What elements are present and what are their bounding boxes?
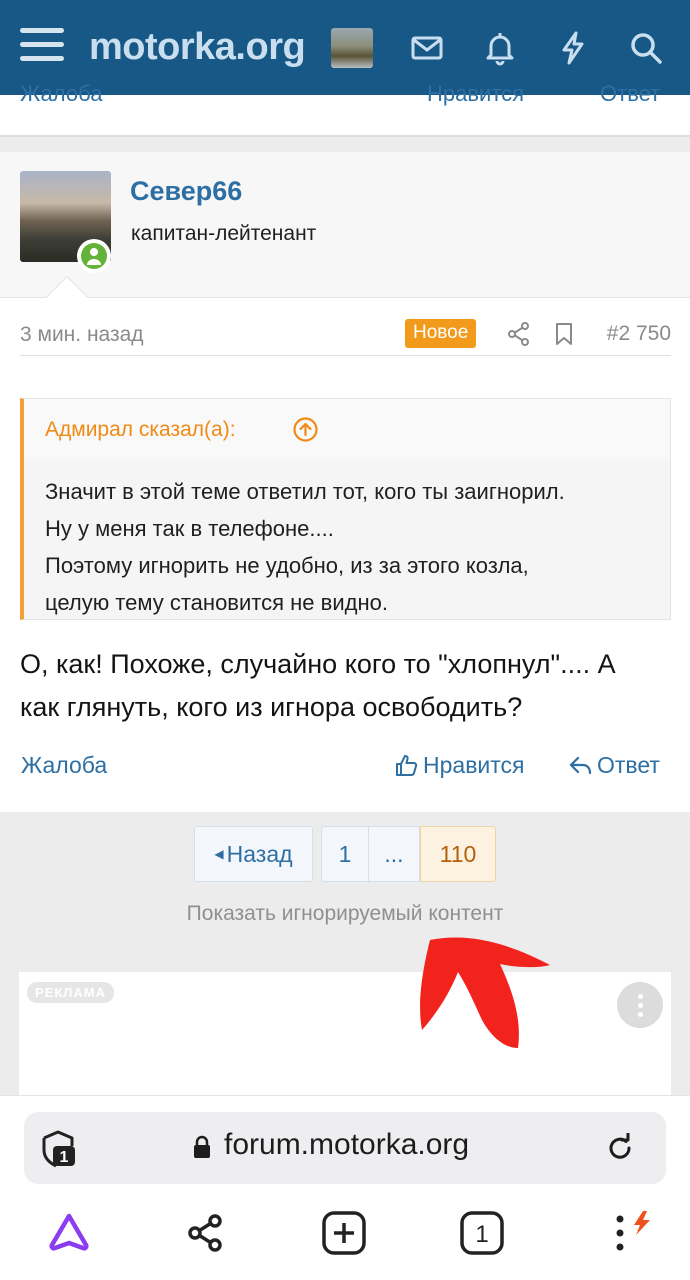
page-ellipsis-button[interactable]: ...: [369, 826, 420, 882]
new-tab-icon[interactable]: [320, 1209, 368, 1257]
thumbs-up-icon: [396, 755, 418, 776]
share-icon[interactable]: [506, 321, 532, 347]
reply-icon: [569, 756, 592, 775]
like-label: Нравится: [423, 752, 525, 778]
reload-icon[interactable]: [604, 1132, 636, 1164]
lightning-icon[interactable]: [555, 30, 591, 66]
top-navigation-bar: motorka.org: [0, 0, 690, 95]
post-author-rank: капитан-лейтенант: [131, 222, 317, 245]
search-icon[interactable]: [628, 30, 664, 66]
mail-icon[interactable]: [409, 30, 445, 66]
browser-toolbar: 1 forum.motorka.org 1: [0, 1095, 690, 1280]
post-user-block: Север66 капитан-лейтенант: [0, 152, 690, 298]
arrow-up-circle-icon[interactable]: [292, 416, 319, 443]
alice-assistant-icon[interactable]: [45, 1209, 93, 1257]
pagination-pages: 1 ... 110: [321, 826, 496, 882]
quote-line: целую тему становится не видно.: [45, 590, 388, 615]
protect-shield-icon[interactable]: 1: [38, 1128, 80, 1170]
ad-more-options-icon[interactable]: [617, 982, 663, 1028]
quote-block: Адмирал сказал(а): Значит в этой теме от…: [20, 398, 671, 620]
post-separator: [0, 137, 690, 152]
prev-page-button[interactable]: ◀ Назад: [194, 826, 313, 882]
reply-button[interactable]: Ответ: [568, 752, 660, 779]
red-arrow-annotation: [420, 937, 550, 1048]
show-ignored-content-link[interactable]: Показать игнорируемый контент: [0, 902, 690, 926]
page-1-button[interactable]: 1: [321, 826, 369, 882]
quote-line: Поэтому игнорить не удобно, из за этого …: [45, 553, 529, 578]
prev-like-link[interactable]: Нравится: [427, 81, 524, 107]
account-avatar[interactable]: [331, 28, 373, 68]
share-icon[interactable]: [182, 1209, 230, 1257]
tabs-count-icon[interactable]: 1: [458, 1209, 506, 1257]
post-message: О, как! Похоже, случайно кого то "хлопну…: [20, 643, 675, 729]
like-button[interactable]: Нравится: [394, 752, 525, 779]
previous-post-footer: Жалоба Нравится Ответ: [0, 81, 690, 137]
chevron-left-icon: ◀: [214, 847, 224, 861]
post-number[interactable]: #2 750: [607, 322, 671, 346]
lock-icon: [192, 1135, 212, 1159]
report-link[interactable]: Жалоба: [21, 752, 107, 779]
more-menu-icon[interactable]: [606, 1209, 654, 1257]
message-line: как глянуть, кого из игнора освободить?: [20, 692, 523, 722]
url-text[interactable]: forum.motorka.org: [224, 1128, 469, 1162]
new-badge: Новое: [405, 319, 477, 348]
shield-count: 1: [60, 1149, 69, 1166]
hamburger-menu-icon[interactable]: [20, 28, 64, 68]
prev-report-link[interactable]: Жалоба: [20, 81, 102, 107]
quote-text: Значит в этой теме ответил тот, кого ты …: [45, 473, 665, 621]
prev-page-label: Назад: [226, 840, 293, 867]
tabs-count: 1: [475, 1221, 488, 1248]
quote-line: Ну у меня так в телефоне....: [45, 516, 334, 541]
bell-icon[interactable]: [482, 30, 518, 66]
reply-label: Ответ: [597, 752, 660, 778]
post-timestamp[interactable]: 3 мин. назад: [20, 323, 144, 347]
report-label: Жалоба: [21, 752, 108, 778]
prev-reply-link[interactable]: Ответ: [600, 81, 660, 107]
current-page-button[interactable]: 110: [420, 826, 496, 882]
ad-badge: РЕКЛАМА: [27, 982, 115, 1003]
post-actions-bar: Жалоба Нравится Ответ: [20, 752, 670, 786]
quote-header: Адмирал сказал(а):: [24, 399, 670, 459]
post-meta-bar: 3 мин. назад Новое #2 750: [20, 318, 671, 356]
online-status-icon: [77, 239, 111, 273]
message-line: О, как! Похоже, случайно кого то "хлопну…: [20, 649, 616, 679]
address-bar[interactable]: 1 forum.motorka.org: [24, 1112, 666, 1184]
pagination-prev: ◀ Назад: [194, 826, 313, 882]
quote-author[interactable]: Адмирал сказал(а):: [45, 418, 236, 442]
forum-post: Север66 капитан-лейтенант 3 мин. назад Н…: [0, 152, 690, 812]
bookmark-icon[interactable]: [551, 321, 577, 347]
quote-line: Значит в этой теме ответил тот, кого ты …: [45, 479, 565, 504]
site-logo[interactable]: motorka.org: [89, 26, 306, 69]
post-author-name[interactable]: Север66: [130, 176, 242, 207]
